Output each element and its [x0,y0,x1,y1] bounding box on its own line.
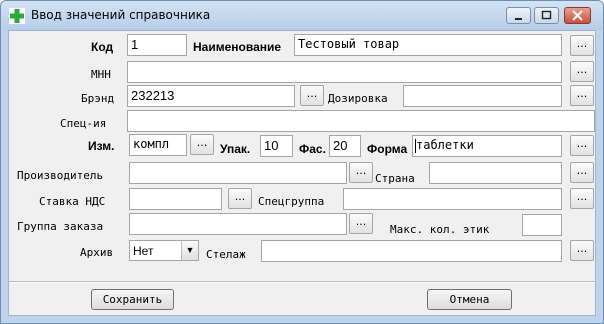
maximize-button[interactable] [534,7,559,24]
strana-field[interactable] [429,162,562,184]
strana-lookup-button[interactable]: ... [570,162,594,183]
close-icon [572,10,583,21]
forma-field[interactable]: таблетки [412,135,562,157]
arhiv-label: Архив [80,246,114,259]
upak-field[interactable]: 10 [260,135,293,157]
brand-label: Брэнд [81,92,115,105]
green-cross-icon [9,8,25,24]
cancel-button[interactable]: Отмена [427,289,512,310]
dozirovka-lookup-button[interactable]: ... [570,85,594,106]
fas-field[interactable]: 20 [329,135,361,157]
proizvoditel-field[interactable] [129,162,347,184]
fas-label: Фас. [299,142,326,156]
text-caret [415,139,416,153]
kod-field[interactable]: 1 [127,34,187,56]
dozirovka-field[interactable] [403,85,562,107]
kod-label: Код [91,40,114,54]
dialog-window: Ввод значений справочника Код 1 Наименов… [0,0,604,324]
close-button[interactable] [564,7,591,24]
izm-label: Изм. [88,139,115,153]
save-button[interactable]: Сохранить [91,289,174,310]
stelazh-lookup-button[interactable]: ... [570,240,594,261]
maks-etik-field[interactable] [522,214,562,236]
specgruppa-field[interactable] [343,188,562,210]
chevron-down-icon[interactable]: ▼ [181,241,198,260]
spec-field[interactable] [127,110,595,132]
arhiv-select-value: Нет [133,244,154,258]
form-area: Код 1 Наименование Тестовый товар ... МН… [8,30,596,316]
arhiv-select[interactable]: Нет ▼ [129,240,199,261]
brand-lookup-button[interactable]: ... [300,85,324,106]
gruppa-zakaza-field[interactable] [129,213,347,235]
proizvoditel-lookup-button[interactable]: ... [349,162,373,183]
stelazh-field[interactable] [261,240,562,262]
minimize-button[interactable] [506,7,531,24]
maks-etik-label: Макс. кол. этик [390,223,490,236]
naimenovanie-label: Наименование [193,40,282,54]
nds-field[interactable] [129,188,222,210]
mnn-lookup-button[interactable]: ... [570,61,594,82]
dozirovka-label: Дозировка [328,92,388,105]
maximize-icon [541,10,552,20]
spec-label: Спец-ия [60,117,107,130]
strana-label: Страна [375,172,415,185]
stelazh-label: Стелаж [206,248,246,261]
gruppa-zakaza-label: Группа заказа [17,220,104,233]
naimenovanie-lookup-button[interactable]: ... [570,35,594,56]
forma-lookup-button[interactable]: ... [570,135,594,156]
specgruppa-lookup-button[interactable]: ... [570,188,594,209]
mnn-field[interactable] [127,61,562,83]
brand-field[interactable]: 232213 [127,85,295,107]
gruppa-zakaza-lookup-button[interactable]: ... [349,213,373,234]
window-title: Ввод значений справочника [31,8,211,22]
minimize-icon [515,18,522,20]
upak-label: Упак. [220,142,251,156]
divider [9,281,595,283]
specgruppa-label: Спецгруппа [258,195,325,208]
izm-lookup-button[interactable]: ... [190,134,214,155]
mnn-label: МНН [91,68,111,81]
title-bar[interactable]: Ввод значений справочника [1,1,603,30]
izm-field[interactable]: компл [129,134,187,156]
proizvoditel-label: Производитель [17,169,104,182]
nds-label: Ставка НДС [39,195,106,208]
forma-label: Форма [367,142,408,156]
naimenovanie-field[interactable]: Тестовый товар [294,34,562,56]
nds-lookup-button[interactable]: ... [228,188,252,209]
